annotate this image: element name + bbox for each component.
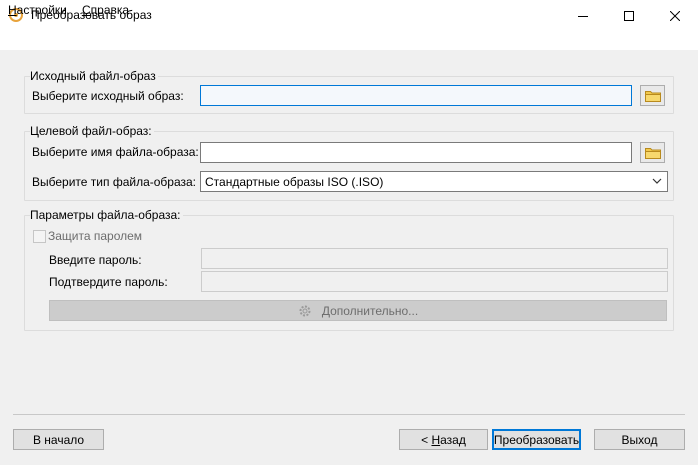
- target-name-input[interactable]: [200, 142, 632, 163]
- menu-help[interactable]: Справка: [82, 3, 129, 17]
- source-group-legend: Исходный файл-образ: [30, 69, 158, 83]
- chevron-down-icon: [652, 178, 662, 184]
- home-button[interactable]: В начало: [13, 429, 104, 450]
- password-protect-checkbox[interactable]: [33, 230, 46, 243]
- image-type-value: Стандартные образы ISO (.ISO): [205, 175, 384, 189]
- gear-icon: [299, 305, 311, 316]
- menu-settings[interactable]: Настройки: [8, 3, 67, 17]
- browse-target-button[interactable]: [640, 142, 665, 163]
- source-image-input[interactable]: [200, 85, 632, 106]
- target-type-label: Выберите тип файла-образа:: [32, 175, 197, 189]
- confirm-password-input[interactable]: [201, 271, 668, 292]
- params-group-legend: Параметры файла-образа:: [30, 208, 183, 222]
- exit-button[interactable]: Выход: [594, 429, 685, 450]
- menu-bar: [0, 31, 698, 50]
- minimize-icon: [578, 15, 588, 17]
- minimize-button[interactable]: [560, 0, 606, 31]
- source-image-label: Выберите исходный образ:: [32, 89, 184, 103]
- maximize-icon: [624, 10, 634, 21]
- close-icon: [670, 10, 680, 21]
- back-button[interactable]: < Назад: [399, 429, 488, 450]
- footer-divider: [13, 414, 685, 415]
- target-group-legend: Целевой файл-образ:: [30, 124, 154, 138]
- advanced-button-label: Дополнительно...: [321, 303, 419, 318]
- folder-icon: [644, 148, 661, 159]
- advanced-button[interactable]: Дополнительно...: [49, 300, 667, 321]
- close-button[interactable]: [652, 0, 698, 31]
- confirm-password-label: Подтвердите пароль:: [49, 275, 168, 289]
- browse-source-button[interactable]: [640, 85, 665, 106]
- maximize-button[interactable]: [606, 0, 652, 31]
- password-input[interactable]: [201, 248, 668, 269]
- target-name-label: Выберите имя файла-образа:: [32, 145, 199, 159]
- image-type-select[interactable]: Стандартные образы ISO (.ISO): [200, 171, 668, 192]
- convert-button[interactable]: Преобразовать: [492, 429, 581, 450]
- password-protect-label: Защита паролем: [48, 229, 143, 243]
- password-label: Введите пароль:: [49, 253, 142, 267]
- folder-icon: [644, 91, 661, 102]
